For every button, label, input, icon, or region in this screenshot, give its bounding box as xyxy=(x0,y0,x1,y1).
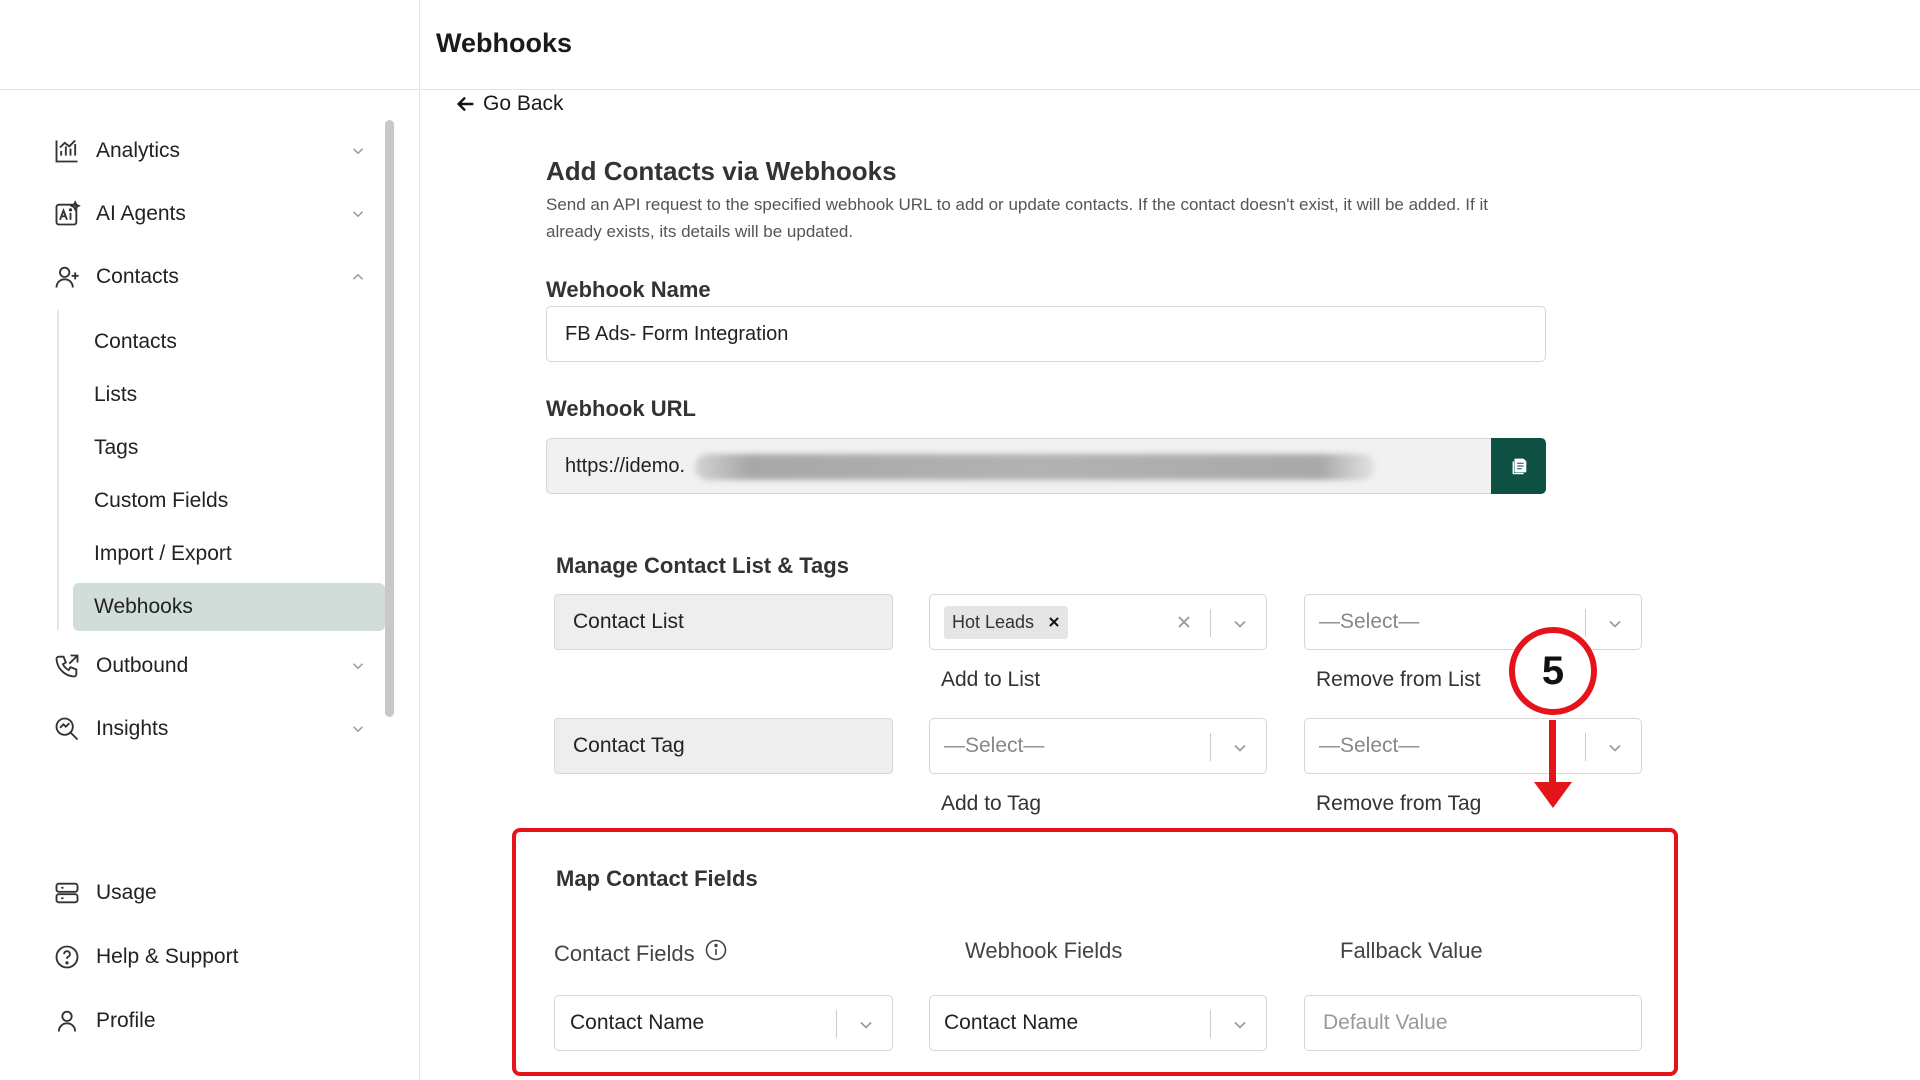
map-fields-heading: Map Contact Fields xyxy=(556,866,758,891)
server-icon xyxy=(52,878,82,908)
sidebar-item-ai-agents[interactable]: AI Agents xyxy=(52,194,367,234)
selected-tag-label: Hot Leads xyxy=(952,611,1035,632)
sidebar-item-outbound[interactable]: Outbound xyxy=(52,646,367,686)
webhook-url-input[interactable]: https://idemo. xyxy=(546,438,1492,494)
chevron-down-icon xyxy=(1234,620,1246,628)
section-title: Add Contacts via Webhooks xyxy=(546,156,897,186)
chevron-down-icon xyxy=(352,663,364,670)
chevron-down-icon xyxy=(352,148,364,155)
chevron-up-icon xyxy=(352,273,364,280)
chevron-down-icon xyxy=(1234,1021,1246,1029)
chevron-down-icon xyxy=(352,726,364,733)
sidebar-subitem-custom-fields[interactable]: Custom Fields xyxy=(73,477,385,525)
sidebar-item-label: Outbound xyxy=(96,654,189,677)
sidebar-subitem-import-export[interactable]: Import / Export xyxy=(73,530,385,578)
sidebar-item-analytics[interactable]: Analytics xyxy=(52,131,367,171)
sidebar-item-label: AI Agents xyxy=(96,202,186,225)
contact-tag-label-box: Contact Tag xyxy=(554,718,893,774)
copy-url-button[interactable] xyxy=(1491,438,1546,494)
ai-icon xyxy=(52,199,82,229)
redacted-url-blur xyxy=(695,454,1375,480)
contact-list-label-box: Contact List xyxy=(554,594,893,650)
sidebar-subitem-webhooks[interactable]: Webhooks xyxy=(73,583,385,631)
remove-from-tag-label: Remove from Tag xyxy=(1316,792,1482,815)
webhook-name-input[interactable]: FB Ads- Form Integration xyxy=(546,306,1546,362)
fallback-value-input[interactable]: Default Value xyxy=(1304,995,1642,1051)
add-to-list-label: Add to List xyxy=(941,668,1041,691)
sidebar-item-help[interactable]: Help & Support xyxy=(52,937,367,977)
help-icon xyxy=(52,942,82,972)
chevron-down-icon xyxy=(352,211,364,218)
select-divider xyxy=(1585,609,1586,637)
go-back-label: Go Back xyxy=(483,92,564,115)
webhook-fields-column-label: Webhook Fields xyxy=(965,938,1123,963)
sidebar-logo-area xyxy=(0,0,419,90)
sidebar-item-usage[interactable]: Usage xyxy=(52,873,367,913)
select-divider xyxy=(836,1010,837,1038)
sidebar-item-label: Insights xyxy=(96,717,169,740)
copy-icon xyxy=(1512,458,1526,475)
select-divider xyxy=(1210,733,1211,761)
contact-fields-column-label: Contact Fields xyxy=(554,941,695,966)
sidebar-item-label: Contacts xyxy=(96,265,179,288)
section-description: Send an API request to the specified web… xyxy=(546,195,1488,241)
select-value: Contact Name xyxy=(944,1011,1079,1034)
phone-out-icon xyxy=(52,651,82,681)
sidebar-item-label: Help & Support xyxy=(96,945,239,968)
contact-field-select[interactable]: Contact Name xyxy=(554,995,893,1051)
sidebar-subitem-contacts[interactable]: Contacts xyxy=(73,318,385,366)
submenu-divider xyxy=(57,310,59,630)
annotation-arrow-head xyxy=(1534,782,1572,808)
clear-icon[interactable] xyxy=(1174,612,1194,632)
webhook-field-select[interactable]: Contact Name xyxy=(929,995,1267,1051)
sidebar: Analytics AI Agents Contacts Contacts Li… xyxy=(0,0,420,1080)
remove-from-tag-select[interactable]: —Select— xyxy=(1304,718,1642,774)
webhook-url-text: https://idemo. xyxy=(565,454,686,477)
add-to-list-select[interactable]: Hot Leads xyxy=(929,594,1267,650)
insights-icon xyxy=(52,714,82,744)
sidebar-subitem-lists[interactable]: Lists xyxy=(73,371,385,419)
select-divider xyxy=(1210,1010,1211,1038)
selected-tag-chip: Hot Leads xyxy=(944,605,1069,639)
sidebar-item-label: Usage xyxy=(96,881,157,904)
step-marker: 5 xyxy=(1509,627,1597,715)
page-header: Webhooks xyxy=(421,0,1920,90)
go-back-link[interactable]: Go Back xyxy=(455,90,564,118)
chevron-down-icon xyxy=(860,1021,872,1029)
annotation-arrow-line xyxy=(1549,720,1556,786)
sidebar-scrollbar[interactable] xyxy=(385,120,394,717)
sidebar-item-contacts[interactable]: Contacts xyxy=(52,257,367,297)
chevron-down-icon xyxy=(1234,744,1246,752)
info-icon[interactable] xyxy=(704,938,728,962)
webhook-url-label: Webhook URL xyxy=(546,396,696,421)
select-placeholder: —Select— xyxy=(1319,610,1420,633)
sidebar-item-profile[interactable]: Profile xyxy=(52,1001,367,1041)
select-divider xyxy=(1210,609,1211,637)
sidebar-item-label: Analytics xyxy=(96,139,181,162)
remove-from-list-select[interactable]: —Select— xyxy=(1304,594,1642,650)
sidebar-item-insights[interactable]: Insights xyxy=(52,709,367,749)
add-to-tag-label: Add to Tag xyxy=(941,792,1042,815)
select-placeholder: —Select— xyxy=(1319,734,1420,757)
page-title: Webhooks xyxy=(436,28,573,58)
fallback-column-label: Fallback Value xyxy=(1340,938,1483,963)
sidebar-subitem-tags[interactable]: Tags xyxy=(73,424,385,472)
user-plus-icon xyxy=(52,262,82,292)
chevron-down-icon xyxy=(1609,744,1621,752)
arrow-left-icon xyxy=(456,96,474,112)
sidebar-item-label: Profile xyxy=(96,1009,156,1032)
select-value: Contact Name xyxy=(570,1011,705,1034)
webhook-name-label: Webhook Name xyxy=(546,277,711,302)
user-icon xyxy=(52,1006,82,1036)
manage-heading: Manage Contact List & Tags xyxy=(556,553,849,578)
add-to-tag-select[interactable]: —Select— xyxy=(929,718,1267,774)
remove-from-list-label: Remove from List xyxy=(1316,668,1481,691)
chart-icon xyxy=(52,136,82,166)
select-divider xyxy=(1585,733,1586,761)
chevron-down-icon xyxy=(1609,620,1621,628)
select-placeholder: —Select— xyxy=(944,734,1045,757)
remove-chip-icon[interactable] xyxy=(1046,614,1062,630)
